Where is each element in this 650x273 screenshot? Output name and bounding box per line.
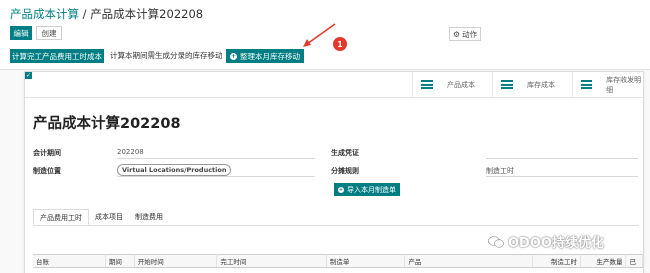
breadcrumb-parent-link[interactable]: 产品成本计算 [10,7,79,21]
tab-overhead[interactable]: 制造费用 [129,209,169,225]
organize-stock-moves-label: 整理本月库存移动 [240,51,300,61]
plus-circle-icon: + [230,52,237,60]
column-header[interactable]: 已 [625,254,643,268]
allocation-rule-field[interactable]: 制造工时 [486,166,514,176]
column-header[interactable]: 台账 [33,254,106,268]
page-title: 产品成本计算202208 [33,116,181,132]
period-label: 会计期间 [33,149,61,157]
column-header[interactable]: 生产数量 [580,254,627,268]
annotation-badge: 1 [333,37,347,51]
location-label: 制造位置 [33,167,61,175]
divider [25,97,643,98]
tab-cost-items[interactable]: 成本项目 [89,209,129,225]
table-header-row: 台账 期间 开始时间 完工时间 制造单 产品 制造工时 生产数量 已 [33,254,643,268]
notebook-tabs: 产品费用工时 成本项目 制造费用 [33,209,169,225]
action-dropdown-button[interactable]: ⚙ 动作 [449,27,481,41]
watermark: ODOO持续优化 [488,232,604,251]
list-icon [501,80,513,89]
stock-move-hint: 计算本期间需生成分录的库存移动 [110,51,223,60]
column-header[interactable]: 开始时间 [134,254,218,268]
divider [486,158,638,159]
smart-button-label: 产品成本 [447,80,475,89]
smart-button-stock-details[interactable]: 库存收发明细 [572,72,645,97]
voucher-label: 生成凭证 [331,149,359,157]
period-field[interactable]: 202208 [117,148,144,156]
list-icon [581,80,593,89]
column-header[interactable]: 制造单 [326,254,406,268]
breadcrumb-current: 产品成本计算202208 [90,7,204,21]
column-header[interactable]: 制造工时 [532,254,581,268]
breadcrumb: 产品成本计算 / 产品成本计算202208 [10,6,203,22]
voucher-checkbox[interactable]: ✓ [25,72,32,79]
tab-product-hours[interactable]: 产品费用工时 [33,209,89,225]
smart-button-label: 库存收发明细 [606,75,642,94]
chat-bubble-icon [488,235,504,248]
breadcrumb-separator: / [79,7,91,21]
divider [486,176,638,177]
divider [33,225,639,226]
divider [117,176,315,177]
cost-lines-table: 台账 期间 开始时间 完工时间 制造单 产品 制造工时 生产数量 已 [33,254,643,268]
organize-stock-moves-button[interactable]: + 整理本月库存移动 [226,49,304,63]
location-tag[interactable]: Virtual Locations/Production [117,164,232,176]
column-header[interactable]: 产品 [404,254,534,268]
watermark-text: ODOO持续优化 [508,236,604,251]
column-header[interactable]: 期间 [105,254,135,268]
smart-button-stock-cost[interactable]: 库存成本 [492,72,572,97]
create-button[interactable]: 创建 [36,26,62,40]
divider [117,158,315,159]
smart-button-label: 库存成本 [527,80,555,89]
edit-button[interactable]: 编辑 [10,26,32,40]
list-icon [421,80,433,89]
import-manufacturing-orders-button[interactable]: + 导入本月制造单 [334,183,400,196]
smart-button-product-cost[interactable]: 产品成本 [412,72,492,97]
import-label: 导入本月制造单 [347,185,396,194]
action-label: 动作 [462,29,478,39]
plus-circle-icon: + [338,186,344,193]
compute-cost-button[interactable]: 计算完工产品费用工时成本 [10,49,104,63]
gear-icon: ⚙ [452,29,461,39]
allocation-rule-label: 分摊规则 [331,167,359,175]
column-header[interactable]: 完工时间 [216,254,327,268]
